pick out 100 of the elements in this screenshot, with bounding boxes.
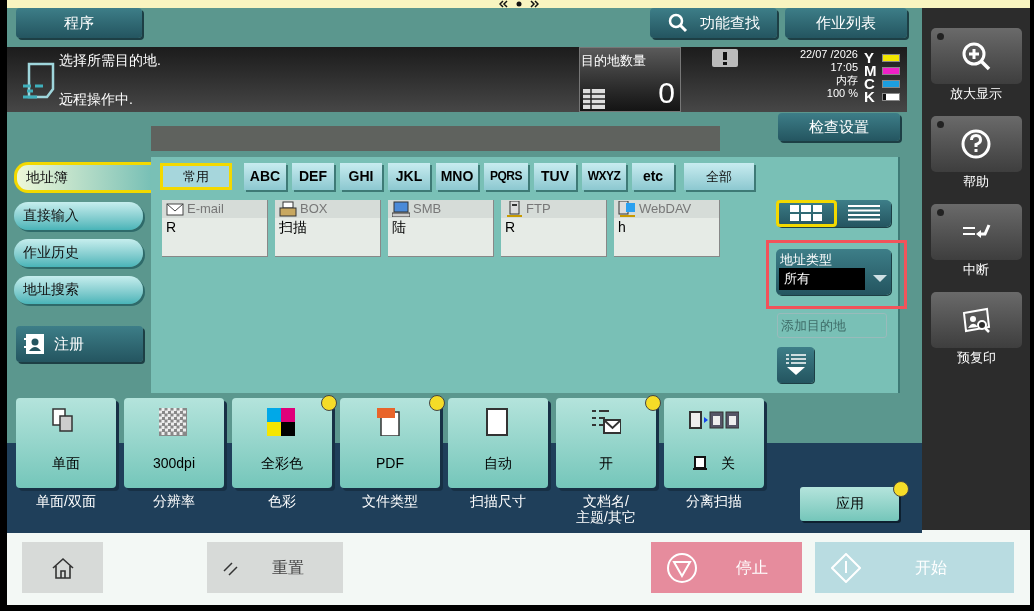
function-value: PDF	[376, 453, 404, 473]
list-view-icon	[847, 205, 880, 222]
index-tab[interactable]: DEF	[292, 162, 334, 190]
address-tab[interactable]: 地址搜索	[14, 275, 143, 304]
index-tab[interactable]: WXYZ	[582, 162, 626, 190]
function-button[interactable]: 300dpi	[124, 397, 224, 488]
destination-type: FTP	[526, 200, 551, 217]
function-button[interactable]: PDF	[340, 397, 440, 488]
reset-button[interactable]: 重置	[207, 542, 343, 593]
dropdown-label: 地址类型	[780, 251, 832, 268]
function-button[interactable]: 关	[664, 397, 764, 488]
caret-down-icon	[873, 275, 887, 283]
checker-icon	[159, 407, 189, 436]
apply-button[interactable]: 应用	[800, 486, 899, 521]
toner-gauge	[882, 54, 900, 63]
search-icon	[667, 13, 688, 33]
printer-icon	[279, 200, 297, 217]
toner-gauge	[882, 80, 900, 89]
destination-name: h	[617, 217, 627, 236]
destination-name: 陆	[391, 217, 407, 236]
view-toggle[interactable]	[776, 199, 837, 227]
destination-button[interactable]: BOX 扫描	[275, 199, 381, 257]
side-button[interactable]	[930, 204, 1022, 260]
index-tab[interactable]: JKL	[388, 162, 430, 190]
stop-icon	[666, 551, 698, 584]
index-tab[interactable]: MNO	[436, 162, 478, 190]
index-tab[interactable]: 常用	[160, 162, 232, 190]
destination-name: R	[165, 217, 178, 236]
index-tab[interactable]: TUV	[534, 162, 576, 190]
side-button[interactable]	[930, 28, 1022, 84]
destination-type: BOX	[300, 200, 328, 217]
pull-handle[interactable]	[498, 0, 539, 8]
home-button[interactable]	[22, 542, 103, 593]
index-tab[interactable]: PQRS	[484, 162, 528, 190]
function-caption: 色彩	[268, 492, 296, 509]
toolbar-button[interactable]: 功能查找	[650, 8, 777, 38]
function-caption: 单面/双面	[36, 492, 96, 509]
list-icon	[583, 88, 605, 109]
address-tab[interactable]: 作业历史	[14, 238, 143, 267]
picture-preview-icon	[961, 305, 991, 335]
envelope-list-icon	[591, 407, 621, 436]
contact-card-icon	[24, 332, 46, 355]
function-value: 自动	[484, 453, 512, 473]
function-button[interactable]: 单面	[16, 397, 116, 488]
document-icon	[21, 61, 57, 102]
function-caption: 分离扫描	[686, 492, 742, 509]
address-type-dropdown[interactable]: 地址类型 所有	[776, 248, 891, 295]
start-icon	[831, 552, 861, 583]
index-tab[interactable]: 全部	[684, 162, 754, 190]
function-caption: 分辨率	[153, 492, 195, 509]
function-caption: 文档名/ 主题/其它	[576, 492, 636, 525]
index-tab[interactable]: ABC	[244, 162, 286, 190]
destination-button[interactable]: SMB 陆	[388, 199, 494, 257]
function-value: 全彩色	[261, 453, 303, 473]
register-button[interactable]: 注册	[16, 325, 143, 362]
help-icon	[961, 129, 991, 159]
computer-icon	[392, 200, 410, 217]
count-value: 0	[658, 76, 675, 109]
toolbar-button[interactable]: 程序	[16, 8, 142, 38]
toner-gauge	[882, 67, 900, 76]
destination-name: 扫描	[278, 217, 308, 236]
scroll-down-icon	[785, 353, 806, 376]
destination-button[interactable]: FTP R	[501, 199, 607, 257]
memory-value: 100 %	[826, 87, 858, 101]
side-button[interactable]	[930, 116, 1022, 172]
scroll-down-button[interactable]	[777, 346, 814, 383]
function-button[interactable]: 自动	[448, 397, 548, 488]
index-tab[interactable]: etc	[632, 162, 674, 190]
destination-button[interactable]: E-mail R	[162, 199, 268, 257]
zoom-in-icon	[961, 41, 991, 71]
function-value: 关	[721, 453, 735, 473]
function-button[interactable]: 全彩色	[232, 397, 332, 488]
function-button[interactable]: 开	[556, 397, 656, 488]
function-value: 300dpi	[152, 453, 195, 473]
index-tab[interactable]: GHI	[340, 162, 382, 190]
toner-letter: M	[864, 65, 876, 78]
side-button-label: 中断	[963, 262, 989, 278]
envelope-icon	[166, 200, 184, 217]
alert-icon	[712, 49, 738, 68]
destination-type: WebDAV	[639, 200, 692, 217]
check-settings-button[interactable]: 检查设置	[778, 112, 900, 141]
toner-letter: K	[864, 91, 876, 104]
date-text: 22/07 /2026	[799, 48, 858, 62]
side-button-label: 帮助	[963, 174, 989, 190]
count-label: 目的地数量	[581, 52, 646, 71]
destination-name: R	[504, 217, 517, 236]
address-tab[interactable]: 地址簿	[14, 161, 151, 193]
time-text: 17:05	[830, 61, 858, 75]
toner-letter: Y	[864, 52, 874, 65]
message-text: 远程操作中.	[59, 89, 134, 109]
side-button-label: 放大显示	[950, 86, 1002, 102]
destination-button[interactable]: WebDAV h	[614, 199, 720, 257]
message-text: 选择所需目的地.	[59, 51, 162, 71]
toolbar-button[interactable]: 作业列表	[785, 8, 907, 38]
destination-type: SMB	[413, 200, 442, 217]
toner-letter: C	[864, 78, 875, 91]
color-squares-icon	[267, 407, 297, 436]
side-button[interactable]	[930, 292, 1022, 348]
address-tab[interactable]: 直接输入	[14, 201, 143, 230]
destination-type: E-mail	[187, 200, 224, 217]
